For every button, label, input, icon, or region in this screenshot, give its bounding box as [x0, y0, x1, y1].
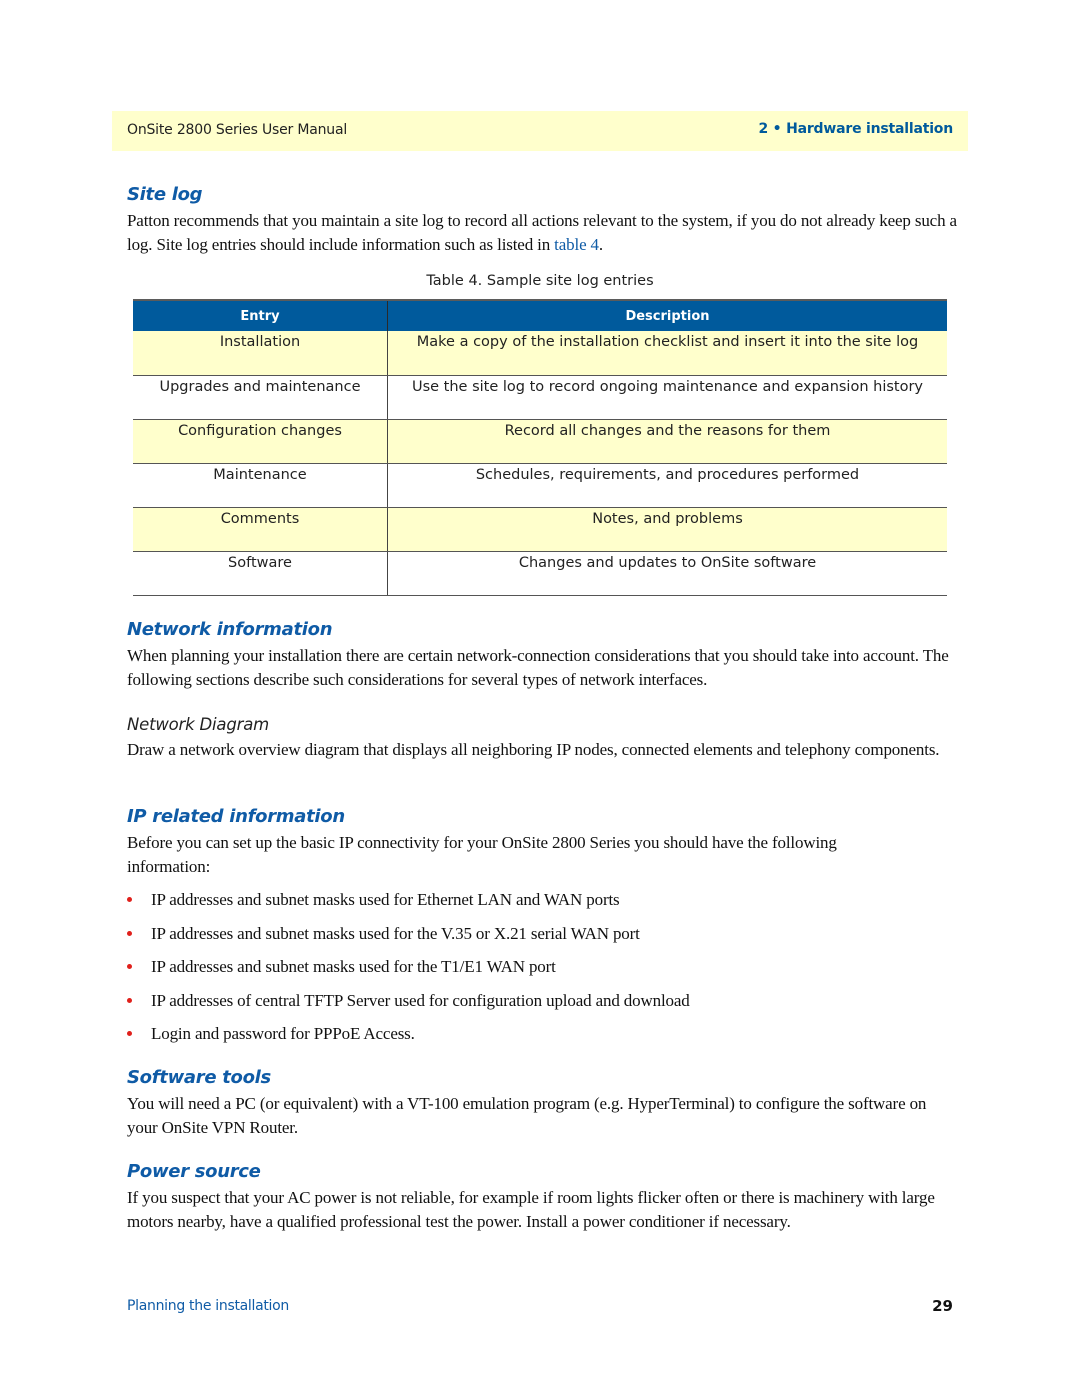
page-number: 29 [932, 1297, 953, 1315]
table-caption-text: Table 4. Sample site log entries [426, 273, 654, 289]
description-cell: Notes, and problems [387, 507, 947, 552]
software-tools-paragraph: You will need a PC (or equivalent) with … [127, 1094, 927, 1137]
bullet-icon [127, 930, 132, 936]
network-information-heading: Network information [127, 619, 333, 640]
table-4-link[interactable]: table 4 [554, 235, 599, 254]
description-cell: Schedules, requirements, and procedures … [387, 463, 947, 508]
list-item: IP addresses and subnet masks used for E… [127, 888, 690, 922]
entry-cell: Configuration changes [133, 419, 388, 464]
manual-title: OnSite 2800 Series User Manual [127, 122, 348, 138]
table-header-row: Entry Description [133, 299, 947, 331]
list-item: Login and password for PPPoE Access. [127, 1022, 690, 1056]
list-item: IP addresses of central TFTP Server used… [127, 989, 690, 1023]
running-header: OnSite 2800 Series User Manual 2 • Hardw… [112, 111, 968, 151]
description-cell: Changes and updates to OnSite software [387, 551, 947, 596]
footer-section-title: Planning the installation [127, 1298, 289, 1314]
site-log-paragraph: Patton recommends that you maintain a si… [127, 209, 957, 256]
site-log-text: Patton recommends that you maintain a si… [127, 211, 957, 254]
list-item: IP addresses and subnet masks used for t… [127, 955, 690, 989]
table-row: Configuration changes Record all changes… [133, 419, 947, 464]
entry-cell: Comments [133, 507, 388, 552]
bullet-icon [127, 964, 132, 970]
list-item-text: IP addresses of central TFTP Server used… [151, 990, 690, 1010]
ip-requirements-list: IP addresses and subnet masks used for E… [127, 888, 690, 1056]
site-log-table: Entry Description Installation Make a co… [133, 299, 947, 596]
column-header-entry: Entry [133, 299, 388, 331]
entry-cell: Software [133, 551, 388, 596]
table-caption: Table 4. Sample site log entries [0, 273, 1080, 289]
description-cell: Use the site log to record ongoing maint… [387, 375, 947, 420]
software-tools-heading: Software tools [127, 1067, 271, 1088]
list-item-text: IP addresses and subnet masks used for E… [151, 890, 620, 909]
table-row: Maintenance Schedules, requirements, and… [133, 463, 947, 508]
entry-cell: Maintenance [133, 463, 388, 508]
table-row: Installation Make a copy of the installa… [133, 331, 947, 376]
ip-related-paragraph: Before you can set up the basic IP conne… [127, 833, 837, 876]
power-source-heading: Power source [127, 1161, 261, 1182]
list-item-text: IP addresses and subnet masks used for t… [151, 957, 556, 977]
ip-related-heading: IP related information [127, 806, 345, 827]
bullet-icon [127, 897, 132, 902]
network-information-paragraph: When planning your installation there ar… [127, 646, 949, 689]
list-item-text: IP addresses and subnet masks used for t… [151, 923, 640, 943]
description-cell: Record all changes and the reasons for t… [387, 419, 947, 464]
list-item-text: Login and password for PPPoE Access. [151, 1024, 415, 1044]
bullet-icon [127, 1031, 132, 1037]
entry-cell: Upgrades and maintenance [133, 375, 388, 420]
table-row: Comments Notes, and problems [133, 507, 947, 552]
table-row: Software Changes and updates to OnSite s… [133, 551, 947, 596]
site-log-heading: Site log [127, 184, 203, 205]
site-log-text-end: . [598, 234, 604, 254]
entry-cell: Installation [133, 331, 388, 376]
manual-page: OnSite 2800 Series User Manual 2 • Hardw… [0, 0, 1080, 1397]
chapter-title: 2 • Hardware installation [758, 121, 953, 137]
list-item: IP addresses and subnet masks used for t… [127, 922, 690, 956]
network-diagram-paragraph: Draw a network overview diagram that dis… [127, 740, 940, 759]
power-source-paragraph: If you suspect that your AC power is not… [127, 1188, 935, 1231]
network-diagram-subheading: Network Diagram [127, 715, 269, 734]
table-row: Upgrades and maintenance Use the site lo… [133, 375, 947, 420]
description-cell: Make a copy of the installation checklis… [387, 331, 947, 376]
bullet-icon [127, 997, 132, 1003]
column-header-description: Description [387, 299, 947, 331]
